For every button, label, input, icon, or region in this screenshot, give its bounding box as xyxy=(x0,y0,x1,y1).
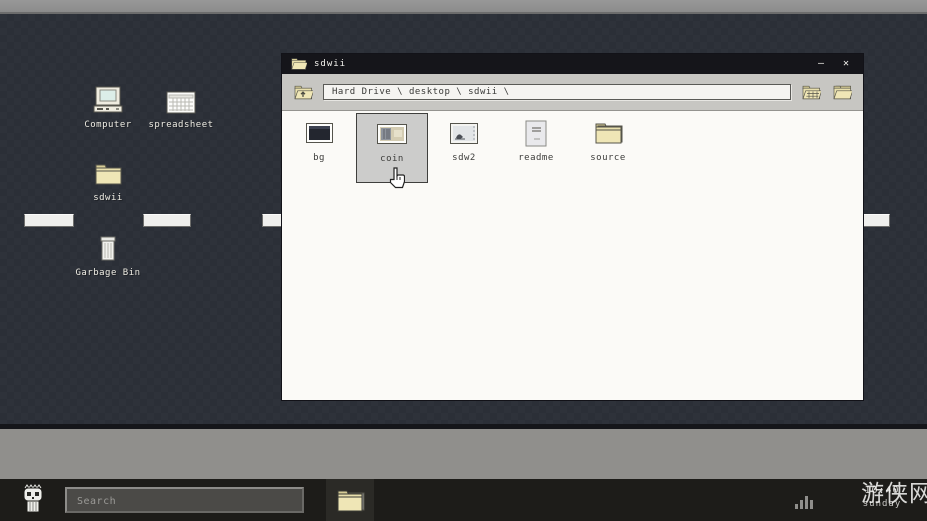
folder-icon xyxy=(572,113,644,153)
desktop-icon-spreadsheet[interactable]: spreadsheet xyxy=(145,84,217,130)
search-input[interactable] xyxy=(67,490,302,513)
activity-bars-icon[interactable] xyxy=(795,491,815,509)
desktop-icon-label: Garbage Bin xyxy=(75,268,141,278)
file-list[interactable]: bg coin sdw2 readme source xyxy=(282,111,863,400)
file-label: coin xyxy=(380,154,404,164)
desktop-icon-sdwii[interactable]: sdwii xyxy=(72,157,144,203)
image-thumbnail-icon xyxy=(357,114,427,154)
spreadsheet-icon xyxy=(145,84,217,114)
desktop-shelf-bar xyxy=(24,214,74,227)
trash-icon xyxy=(72,232,144,262)
desktop-icon-label: spreadsheet xyxy=(148,120,214,130)
image-thumbnail-icon xyxy=(283,113,355,153)
close-button[interactable]: ✕ xyxy=(837,57,855,71)
document-icon xyxy=(500,113,572,153)
image-thumbnail-icon xyxy=(428,113,500,153)
folder-up-button[interactable] xyxy=(292,83,314,101)
clock-day: sunday xyxy=(862,499,902,509)
search-box[interactable] xyxy=(65,487,304,513)
window-title: sdwii xyxy=(314,59,347,69)
start-skull-button[interactable] xyxy=(20,484,46,516)
file-label: bg xyxy=(313,153,325,163)
view-grid-folder-button[interactable] xyxy=(800,83,822,101)
new-folder-button[interactable] xyxy=(831,83,853,101)
file-item-readme[interactable]: readme xyxy=(500,113,572,183)
minimize-button[interactable]: – xyxy=(812,57,830,71)
file-manager-window: sdwii – ✕ Hard Drive \ desktop \ sdwii \ xyxy=(281,53,864,401)
file-label: readme xyxy=(518,153,554,163)
desktop-icon-label: Computer xyxy=(84,120,132,130)
desktop-icon-label: sdwii xyxy=(93,193,123,203)
screen: Computer spreadsheet sdwii Garbage Bin s… xyxy=(0,0,927,521)
taskbar-window-button[interactable] xyxy=(326,479,374,521)
top-bar xyxy=(0,0,927,14)
file-item-sdw2[interactable]: sdw2 xyxy=(428,113,500,183)
file-label: sdw2 xyxy=(452,153,476,163)
file-item-source[interactable]: source xyxy=(572,113,644,183)
file-item-coin[interactable]: coin xyxy=(356,113,428,183)
window-folder-icon xyxy=(290,57,307,71)
dock-shelf xyxy=(0,429,927,479)
window-titlebar[interactable]: sdwii – ✕ xyxy=(282,54,863,74)
window-toolbar: Hard Drive \ desktop \ sdwii \ xyxy=(282,74,863,111)
path-text: Hard Drive \ desktop \ sdwii \ xyxy=(332,87,510,97)
file-item-bg[interactable]: bg xyxy=(283,113,355,183)
folder-icon xyxy=(72,157,144,187)
taskbar: 10:40 sunday xyxy=(0,479,927,521)
clock-time: 10:40 xyxy=(864,485,900,496)
desktop-shelf-bar xyxy=(143,214,191,227)
desktop-icon-garbage-bin[interactable]: Garbage Bin xyxy=(72,232,144,278)
clock: 10:40 sunday xyxy=(846,485,918,509)
computer-icon xyxy=(72,84,144,114)
file-label: source xyxy=(590,153,626,163)
desktop-shelf-bar xyxy=(862,214,890,227)
folder-icon xyxy=(335,487,365,514)
desktop-icon-computer[interactable]: Computer xyxy=(72,84,144,130)
path-field[interactable]: Hard Drive \ desktop \ sdwii \ xyxy=(323,84,791,100)
